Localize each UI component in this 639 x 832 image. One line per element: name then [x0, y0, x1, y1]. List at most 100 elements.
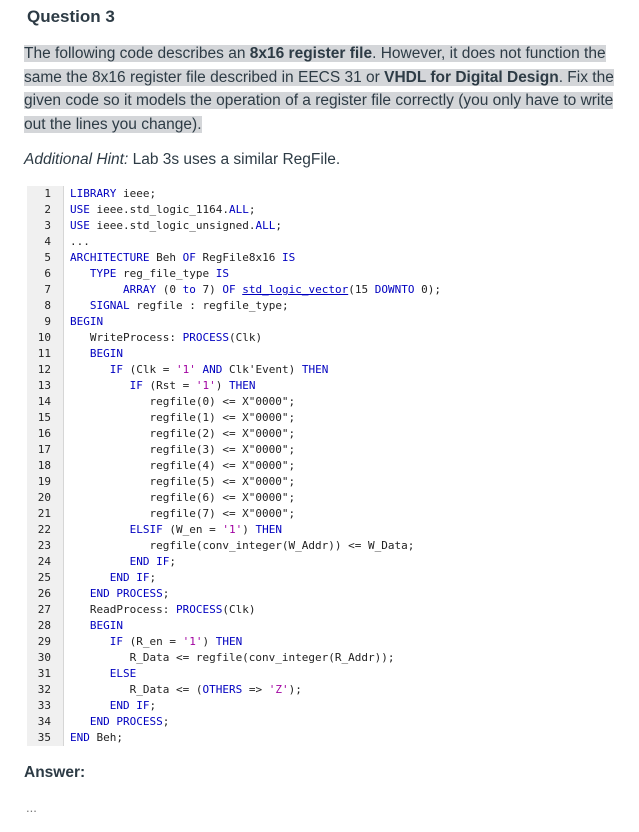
code-token: ) [242, 523, 256, 536]
code-token: regfile(4) <= X"0000"; [70, 459, 296, 472]
code-line: 3 USE ieee.std_logic_unsigned.ALL; [27, 218, 507, 234]
code-token: RegFile8x16 [195, 251, 282, 264]
keyword: ARCHITECTURE [70, 251, 150, 264]
code-text: R_Data <= regfile(conv_integer(R_Addr)); [70, 650, 395, 666]
code-token: => [242, 683, 269, 696]
keyword: OF [222, 283, 236, 296]
code-line: 24 END IF; [27, 554, 507, 570]
keyword: USE [70, 203, 90, 216]
string-literal: '1' [175, 363, 196, 376]
code-line: 20 regfile(6) <= X"0000"; [27, 490, 507, 506]
line-number: 4 [44, 235, 51, 248]
keyword: IS [281, 251, 296, 264]
code-token: WriteProcess: [70, 331, 183, 344]
hint-label: Additional Hint: [24, 151, 129, 168]
code-token: Beh [149, 251, 183, 264]
highlighted-text: The following code describes an 8x16 reg… [24, 45, 614, 133]
code-token: ; [149, 699, 157, 712]
code-token: ; [149, 571, 157, 584]
code-line: 11 BEGIN [27, 346, 507, 362]
keyword: ALL [228, 203, 249, 216]
code-text: TYPE reg_file_type IS [70, 266, 229, 282]
code-token: ); [288, 683, 302, 696]
code-line: 9 BEGIN [27, 314, 507, 330]
additional-hint: Additional Hint: Lab 3s uses a similar R… [24, 151, 340, 169]
answer-placeholder[interactable]: ... [26, 800, 37, 815]
code-line: 26 END PROCESS; [27, 586, 507, 602]
code-text: regfile(7) <= X"0000"; [70, 506, 295, 522]
code-text: END PROCESS; [70, 586, 169, 602]
type-name: std_logic_vector [242, 283, 349, 296]
line-number: 6 [44, 267, 51, 280]
code-token: (W_en = [162, 523, 223, 536]
line-number: 2 [44, 203, 51, 216]
keyword: PROCESS [182, 331, 229, 344]
code-token: (Rst = [142, 379, 196, 392]
intro-bold-book: VHDL for Digital Design [384, 68, 559, 86]
code-text: END IF; [70, 554, 176, 570]
keyword: OF [182, 251, 196, 264]
keyword: BEGIN [89, 347, 123, 360]
keyword: END PROCESS [89, 587, 163, 600]
line-number: 20 [37, 491, 51, 504]
code-line: 6 TYPE reg_file_type IS [27, 266, 507, 282]
code-text: END IF; [70, 570, 156, 586]
line-number: 18 [37, 459, 51, 472]
code-token: (15 [348, 283, 375, 296]
keyword: THEN [301, 363, 329, 376]
line-number: 22 [37, 523, 51, 536]
keyword: END [70, 731, 90, 744]
code-text: ReadProcess: PROCESS(Clk) [70, 602, 256, 618]
code-token: ) [202, 635, 216, 648]
code-text: END PROCESS; [70, 714, 169, 730]
code-token: Clk'Event) [222, 363, 302, 376]
keyword: DOWNTO [374, 283, 415, 296]
code-line: 10 WriteProcess: PROCESS(Clk) [27, 330, 507, 346]
answer-label: Answer: [24, 764, 86, 781]
question-text: The following code describes an 8x16 reg… [24, 42, 636, 136]
code-text: BEGIN [70, 346, 123, 362]
code-token: (R_en = [123, 635, 183, 648]
code-text: regfile(conv_integer(W_Addr)) <= W_Data; [70, 538, 414, 554]
code-line: 2 USE ieee.std_logic_1164.ALL; [27, 202, 507, 218]
code-token: regfile(conv_integer(W_Addr)) <= W_Data; [70, 539, 415, 552]
code-text: USE ieee.std_logic_unsigned.ALL; [70, 218, 282, 234]
line-number: 30 [37, 651, 51, 664]
keyword: THEN [255, 523, 282, 536]
line-number: 10 [37, 331, 51, 344]
line-number: 1 [44, 187, 51, 200]
code-token: ReadProcess: [70, 603, 176, 616]
code-token: R_Data <= regfile(conv_integer(R_Addr)); [70, 651, 395, 664]
code-line: 23 regfile(conv_integer(W_Addr)) <= W_Da… [27, 538, 507, 554]
keyword: OTHERS [202, 683, 243, 696]
code-token: ieee.std_logic_1164. [89, 203, 229, 216]
code-token: Beh; [89, 731, 123, 744]
question-title: Question 3 [27, 7, 115, 26]
line-number: 24 [37, 555, 51, 568]
line-number: 13 [37, 379, 51, 392]
code-token: regfile(0) <= X"0000"; [70, 395, 296, 408]
code-text: R_Data <= (OTHERS => 'Z'); [70, 682, 302, 698]
line-number: 21 [37, 507, 51, 520]
string-literal: '1' [182, 635, 203, 648]
code-line: 19 regfile(5) <= X"0000"; [27, 474, 507, 490]
code-text: regfile(6) <= X"0000"; [70, 490, 295, 506]
code-token: ... [70, 235, 90, 248]
code-token: R_Data <= ( [70, 683, 203, 696]
code-line: 25 END IF; [27, 570, 507, 586]
code-text: LIBRARY ieee; [70, 186, 156, 202]
code-token: regfile(3) <= X"0000"; [70, 443, 296, 456]
code-text: regfile(3) <= X"0000"; [70, 442, 295, 458]
code-token: 0); [414, 283, 441, 296]
code-text: END IF; [70, 698, 156, 714]
keyword: PROCESS [175, 603, 223, 616]
keyword: IF [129, 379, 143, 392]
keyword: AND [202, 363, 223, 376]
keyword: IF [109, 363, 123, 376]
code-text: ELSE [70, 666, 137, 682]
